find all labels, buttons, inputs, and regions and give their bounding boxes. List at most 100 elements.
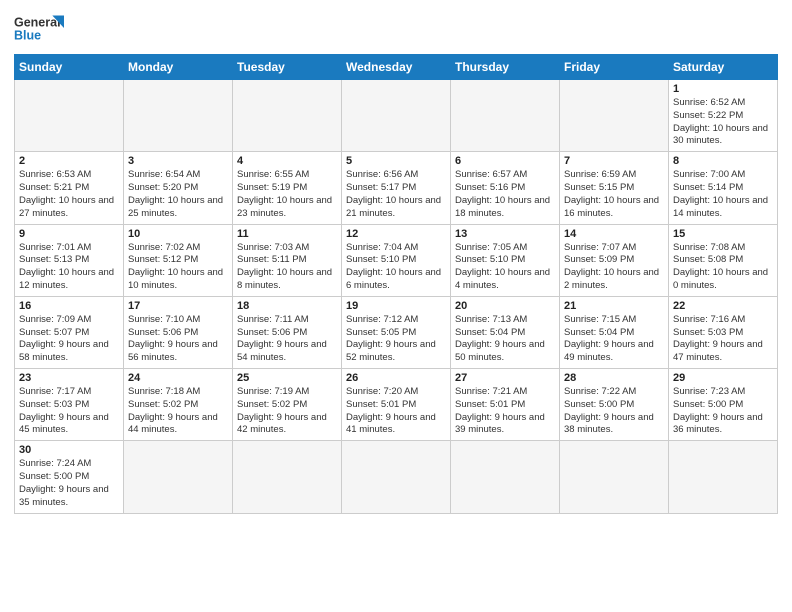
day-number: 9 <box>19 228 119 240</box>
day-number: 7 <box>564 155 664 167</box>
calendar-table: SundayMondayTuesdayWednesdayThursdayFrid… <box>14 54 778 514</box>
calendar-cell: 3 Sunrise: 6:54 AM Sunset: 5:20 PM Daylig… <box>124 152 233 224</box>
day-number: 8 <box>673 155 773 167</box>
calendar-cell <box>15 80 124 152</box>
calendar-cell: 15 Sunrise: 7:08 AM Sunset: 5:08 PM Dayli… <box>669 224 778 296</box>
weekday-header-wednesday: Wednesday <box>342 55 451 80</box>
day-number: 11 <box>237 228 337 240</box>
calendar-cell: 22 Sunrise: 7:16 AM Sunset: 5:03 PM Dayli… <box>669 296 778 368</box>
calendar-cell: 14Sunrise: 7:07 AM Sunset: 5:09 PM Dayli… <box>560 224 669 296</box>
day-info: Sunrise: 6:53 AM Sunset: 5:21 PM Dayligh… <box>19 169 119 220</box>
day-number: 22 <box>673 300 773 312</box>
day-info: Sunrise: 7:22 AM Sunset: 5:00 PM Dayligh… <box>564 386 664 437</box>
day-number: 2 <box>19 155 119 167</box>
day-info: Sunrise: 7:16 AM Sunset: 5:03 PM Dayligh… <box>673 314 773 365</box>
day-info: Sunrise: 7:08 AM Sunset: 5:08 PM Dayligh… <box>673 242 773 293</box>
header: GeneralBlue <box>14 10 778 46</box>
day-number: 18 <box>237 300 337 312</box>
calendar-cell: 13Sunrise: 7:05 AM Sunset: 5:10 PM Dayli… <box>451 224 560 296</box>
calendar-cell: 29 Sunrise: 7:23 AM Sunset: 5:00 PM Dayli… <box>669 369 778 441</box>
day-info: Sunrise: 7:19 AM Sunset: 5:02 PM Dayligh… <box>237 386 337 437</box>
weekday-header-friday: Friday <box>560 55 669 80</box>
day-info: Sunrise: 7:04 AM Sunset: 5:10 PM Dayligh… <box>346 242 446 293</box>
calendar-cell: 21 Sunrise: 7:15 AM Sunset: 5:04 PM Dayli… <box>560 296 669 368</box>
day-info: Sunrise: 6:54 AM Sunset: 5:20 PM Dayligh… <box>128 169 228 220</box>
day-number: 30 <box>19 444 119 456</box>
day-info: Sunrise: 7:18 AM Sunset: 5:02 PM Dayligh… <box>128 386 228 437</box>
day-number: 21 <box>564 300 664 312</box>
calendar-cell: 28Sunrise: 7:22 AM Sunset: 5:00 PM Dayli… <box>560 369 669 441</box>
day-info: Sunrise: 7:15 AM Sunset: 5:04 PM Dayligh… <box>564 314 664 365</box>
weekday-header-tuesday: Tuesday <box>233 55 342 80</box>
calendar-cell: 11 Sunrise: 7:03 AM Sunset: 5:11 PM Dayli… <box>233 224 342 296</box>
calendar-cell <box>560 441 669 513</box>
svg-text:Blue: Blue <box>14 29 41 43</box>
page: GeneralBlue SundayMondayTuesdayWednesday… <box>0 0 792 612</box>
day-info: Sunrise: 6:52 AM Sunset: 5:22 PM Dayligh… <box>673 97 773 148</box>
calendar-cell: 19Sunrise: 7:12 AM Sunset: 5:05 PM Dayli… <box>342 296 451 368</box>
calendar-cell: 30Sunrise: 7:24 AM Sunset: 5:00 PM Dayli… <box>15 441 124 513</box>
calendar-cell <box>342 80 451 152</box>
day-number: 17 <box>128 300 228 312</box>
day-number: 16 <box>19 300 119 312</box>
day-info: Sunrise: 7:11 AM Sunset: 5:06 PM Dayligh… <box>237 314 337 365</box>
calendar-cell <box>124 80 233 152</box>
day-number: 29 <box>673 372 773 384</box>
calendar-cell <box>233 441 342 513</box>
day-info: Sunrise: 7:20 AM Sunset: 5:01 PM Dayligh… <box>346 386 446 437</box>
calendar-cell: 20 Sunrise: 7:13 AM Sunset: 5:04 PM Dayli… <box>451 296 560 368</box>
weekday-header-saturday: Saturday <box>669 55 778 80</box>
day-info: Sunrise: 6:59 AM Sunset: 5:15 PM Dayligh… <box>564 169 664 220</box>
calendar-cell <box>451 80 560 152</box>
day-info: Sunrise: 7:01 AM Sunset: 5:13 PM Dayligh… <box>19 242 119 293</box>
weekday-header-sunday: Sunday <box>15 55 124 80</box>
day-number: 27 <box>455 372 555 384</box>
day-number: 25 <box>237 372 337 384</box>
day-number: 19 <box>346 300 446 312</box>
day-info: Sunrise: 7:09 AM Sunset: 5:07 PM Dayligh… <box>19 314 119 365</box>
calendar-cell: 17Sunrise: 7:10 AM Sunset: 5:06 PM Dayli… <box>124 296 233 368</box>
calendar-cell: 6 Sunrise: 6:57 AM Sunset: 5:16 PM Daylig… <box>451 152 560 224</box>
day-number: 5 <box>346 155 446 167</box>
day-info: Sunrise: 7:02 AM Sunset: 5:12 PM Dayligh… <box>128 242 228 293</box>
day-number: 1 <box>673 83 773 95</box>
calendar-cell <box>124 441 233 513</box>
day-info: Sunrise: 7:03 AM Sunset: 5:11 PM Dayligh… <box>237 242 337 293</box>
calendar-cell: 26 Sunrise: 7:20 AM Sunset: 5:01 PM Dayli… <box>342 369 451 441</box>
day-info: Sunrise: 7:23 AM Sunset: 5:00 PM Dayligh… <box>673 386 773 437</box>
calendar-cell: 27 Sunrise: 7:21 AM Sunset: 5:01 PM Dayli… <box>451 369 560 441</box>
day-info: Sunrise: 6:57 AM Sunset: 5:16 PM Dayligh… <box>455 169 555 220</box>
calendar-cell: 2 Sunrise: 6:53 AM Sunset: 5:21 PM Daylig… <box>15 152 124 224</box>
calendar-cell: 24 Sunrise: 7:18 AM Sunset: 5:02 PM Dayli… <box>124 369 233 441</box>
day-number: 23 <box>19 372 119 384</box>
day-number: 3 <box>128 155 228 167</box>
day-number: 15 <box>673 228 773 240</box>
calendar-cell <box>669 441 778 513</box>
day-number: 20 <box>455 300 555 312</box>
calendar-cell: 10Sunrise: 7:02 AM Sunset: 5:12 PM Dayli… <box>124 224 233 296</box>
calendar-cell: 23Sunrise: 7:17 AM Sunset: 5:03 PM Dayli… <box>15 369 124 441</box>
day-number: 12 <box>346 228 446 240</box>
day-info: Sunrise: 7:00 AM Sunset: 5:14 PM Dayligh… <box>673 169 773 220</box>
day-info: Sunrise: 7:21 AM Sunset: 5:01 PM Dayligh… <box>455 386 555 437</box>
calendar-cell <box>451 441 560 513</box>
weekday-header-thursday: Thursday <box>451 55 560 80</box>
calendar-cell: 8 Sunrise: 7:00 AM Sunset: 5:14 PM Daylig… <box>669 152 778 224</box>
calendar-cell: 5Sunrise: 6:56 AM Sunset: 5:17 PM Daylig… <box>342 152 451 224</box>
calendar-cell: 1 Sunrise: 6:52 AM Sunset: 5:22 PM Daylig… <box>669 80 778 152</box>
day-number: 13 <box>455 228 555 240</box>
calendar-cell: 18 Sunrise: 7:11 AM Sunset: 5:06 PM Dayli… <box>233 296 342 368</box>
calendar-cell: 7 Sunrise: 6:59 AM Sunset: 5:15 PM Daylig… <box>560 152 669 224</box>
calendar-cell: 25 Sunrise: 7:19 AM Sunset: 5:02 PM Dayli… <box>233 369 342 441</box>
calendar-cell <box>233 80 342 152</box>
day-number: 6 <box>455 155 555 167</box>
calendar-cell: 4Sunrise: 6:55 AM Sunset: 5:19 PM Daylig… <box>233 152 342 224</box>
svg-text:General: General <box>14 15 61 29</box>
day-number: 26 <box>346 372 446 384</box>
calendar-cell <box>560 80 669 152</box>
logo-icon: GeneralBlue <box>14 10 64 46</box>
day-info: Sunrise: 7:13 AM Sunset: 5:04 PM Dayligh… <box>455 314 555 365</box>
calendar-cell: 16 Sunrise: 7:09 AM Sunset: 5:07 PM Dayli… <box>15 296 124 368</box>
weekday-header-monday: Monday <box>124 55 233 80</box>
day-number: 24 <box>128 372 228 384</box>
